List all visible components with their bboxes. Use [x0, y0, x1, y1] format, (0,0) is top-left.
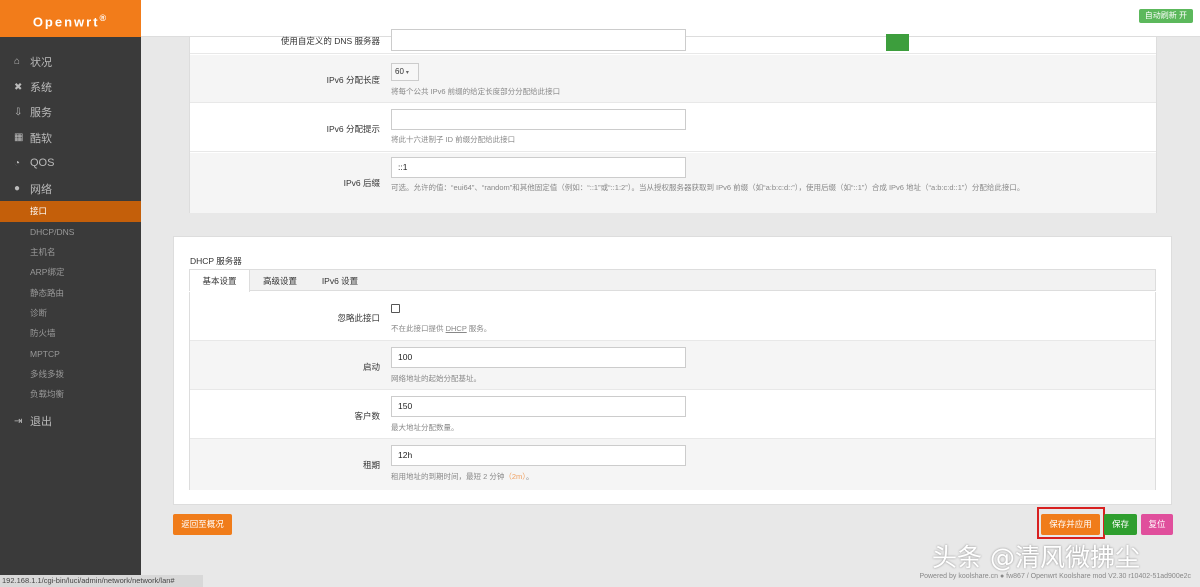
start-input[interactable]: 100: [391, 347, 686, 368]
ipv6-assign-length-hint: 将每个公共 IPv6 前缀的给定长度部分分配给此接口: [391, 87, 561, 96]
logout-icon: ⇥: [14, 415, 23, 427]
lease-label: 租期: [362, 460, 380, 470]
ipv6-assign-hint-hint: 将此十六进制子 ID 前缀分配给此接口: [391, 135, 516, 144]
tab-basic-settings[interactable]: 基本设置: [190, 270, 250, 292]
sidebar-item-load-balancing[interactable]: 负载均衡: [0, 384, 141, 404]
dhcp-server-panel: DHCP 服务器 基本设置 高级设置 IPv6 设置 忽略此接口 不在此接口提供…: [173, 236, 1172, 505]
sidebar-item-hostnames[interactable]: 主机名: [0, 242, 141, 262]
download-icon: ⇩: [14, 106, 23, 118]
limit-hint: 最大地址分配数量。: [391, 423, 459, 432]
ignore-interface-checkbox[interactable]: [391, 304, 400, 313]
sidebar: Openwrt® ⌂ 状况 ✖ 系统 ⇩ 服务 ▦ 酷软 ◔ QOS ● 网络 接口 DHC…: [0, 0, 141, 587]
ipv6-assign-hint-row: IPv6 分配提示 将此十六进制子 ID 前缀分配给此接口: [190, 104, 1156, 152]
ipv6-suffix-hint: 可选。允许的值：“eui64”、“random”和其他固定值（例如：“::1”或…: [391, 183, 1025, 192]
status-bar-url: 192.168.1.1/cgi-bin/luci/admin/network/n…: [0, 575, 203, 587]
sidebar-item-services[interactable]: ⇩ 服务: [0, 100, 141, 125]
sidebar-item-status[interactable]: ⌂ 状况: [0, 49, 141, 74]
dhcp-tabs: 基本设置 高级设置 IPv6 设置: [189, 269, 1156, 292]
limit-input[interactable]: 150: [391, 396, 686, 417]
start-row: 启动 100 网络地址的起始分配基址。: [190, 341, 1155, 390]
network-submenu: 接口 DHCP/DNS 主机名 ARP绑定 静态路由 诊断 防火墙 MPTCP …: [0, 201, 141, 404]
ipv6-suffix-label: IPv6 后缀: [343, 178, 380, 188]
sidebar-item-mptcp[interactable]: MPTCP: [0, 343, 141, 363]
dns-server-label: 使用自定义的 DNS 服务器: [280, 36, 380, 46]
home-icon: ⌂: [14, 56, 21, 68]
lease-hint: 租用地址的到期时间，最短 2 分钟（2m）。: [391, 472, 534, 481]
globe-icon: ●: [14, 183, 21, 195]
ipv6-assign-hint-input[interactable]: [391, 109, 686, 130]
lease-hint-unit: （2m）: [504, 472, 527, 481]
ipv6-suffix-row: IPv6 后缀 ::1 可选。允许的值：“eui64”、“random”和其他固…: [190, 153, 1156, 213]
reset-button[interactable]: 复位: [1141, 514, 1173, 535]
sidebar-item-diagnostics[interactable]: 诊断: [0, 303, 141, 323]
sidebar-item-dhcp-dns[interactable]: DHCP/DNS: [0, 222, 141, 242]
dhcp-abbr: DHCP: [445, 324, 467, 333]
save-and-apply-button[interactable]: 保存并应用: [1041, 514, 1100, 535]
sidebar-item-network[interactable]: ● 网络: [0, 176, 141, 201]
start-hint: 网络地址的起始分配基址。: [391, 374, 481, 383]
brand-logo[interactable]: Openwrt®: [0, 0, 141, 37]
wrench-icon: ✖: [14, 81, 23, 93]
sidebar-item-multiwan[interactable]: 多线多拨: [0, 364, 141, 384]
sidebar-item-logout[interactable]: ⇥ 退出: [0, 408, 141, 433]
dhcp-section-title: DHCP 服务器: [190, 256, 242, 266]
logout-menu: ⇥ 退出: [0, 404, 141, 433]
ipv6-assign-length-row: IPv6 分配长度 60 ▾ 将每个公共 IPv6 前缀的给定长度部分分配给此接口: [190, 55, 1156, 103]
ipv6-suffix-input[interactable]: ::1: [391, 157, 686, 178]
dhcp-form: 忽略此接口 不在此接口提供 DHCP 服务。 启动 100 网络地址的起始分配基…: [189, 292, 1156, 490]
lease-row: 租期 12h 租用地址的到期时间，最短 2 分钟（2m）。: [190, 439, 1155, 490]
limit-label: 客户数: [354, 411, 380, 421]
sidebar-item-interfaces[interactable]: 接口: [0, 201, 141, 222]
sidebar-item-static-routes[interactable]: 静态路由: [0, 283, 141, 303]
main-menu: ⌂ 状况 ✖ 系统 ⇩ 服务 ▦ 酷软 ◔ QOS ● 网络: [0, 37, 141, 201]
ipv6-assign-length-select[interactable]: 60 ▾: [391, 63, 419, 81]
save-button[interactable]: 保存: [1104, 514, 1137, 535]
calendar-icon: ▦: [14, 132, 24, 144]
ipv6-assign-hint-label: IPv6 分配提示: [326, 124, 380, 134]
ignore-interface-label: 忽略此接口: [337, 313, 380, 323]
add-dns-button[interactable]: [886, 34, 909, 51]
lease-input[interactable]: 12h: [391, 445, 686, 466]
sidebar-item-software[interactable]: ▦ 酷软: [0, 125, 141, 150]
sidebar-item-arp-binding[interactable]: ARP绑定: [0, 262, 141, 282]
ipv6-assign-length-label: IPv6 分配长度: [326, 75, 380, 85]
dns-server-input[interactable]: [391, 29, 686, 51]
ipv6-settings-panel: 使用自定义的 DNS 服务器 IPv6 分配长度 60 ▾ 将每个公共 IPv6 …: [189, 29, 1157, 213]
limit-row: 客户数 150 最大地址分配数量。: [190, 390, 1155, 439]
watermark: 头条 @清风微拂尘: [932, 543, 1140, 572]
auto-refresh-button[interactable]: 自动刷新 开: [1138, 9, 1193, 23]
footer-credits: Powered by koolshare.cn ● fw867 / Openwr…: [919, 573, 1191, 580]
tab-advanced-settings[interactable]: 高级设置: [250, 270, 310, 292]
caret-down-icon: ▾: [405, 70, 409, 76]
tab-ipv6-settings[interactable]: IPv6 设置: [310, 270, 370, 292]
ignore-interface-row: 忽略此接口 不在此接口提供 DHCP 服务。: [190, 292, 1155, 341]
dns-server-row: 使用自定义的 DNS 服务器: [190, 29, 1156, 54]
sidebar-item-qos[interactable]: ◔ QOS: [0, 151, 141, 176]
sidebar-item-system[interactable]: ✖ 系统: [0, 74, 141, 99]
back-to-overview-button[interactable]: 返回至概况: [173, 514, 232, 535]
gauge-icon: ◔: [14, 157, 21, 169]
sidebar-item-firewall[interactable]: 防火墙: [0, 323, 141, 343]
start-label: 启动: [362, 362, 380, 372]
ignore-interface-hint: 不在此接口提供 DHCP 服务。: [391, 324, 492, 333]
